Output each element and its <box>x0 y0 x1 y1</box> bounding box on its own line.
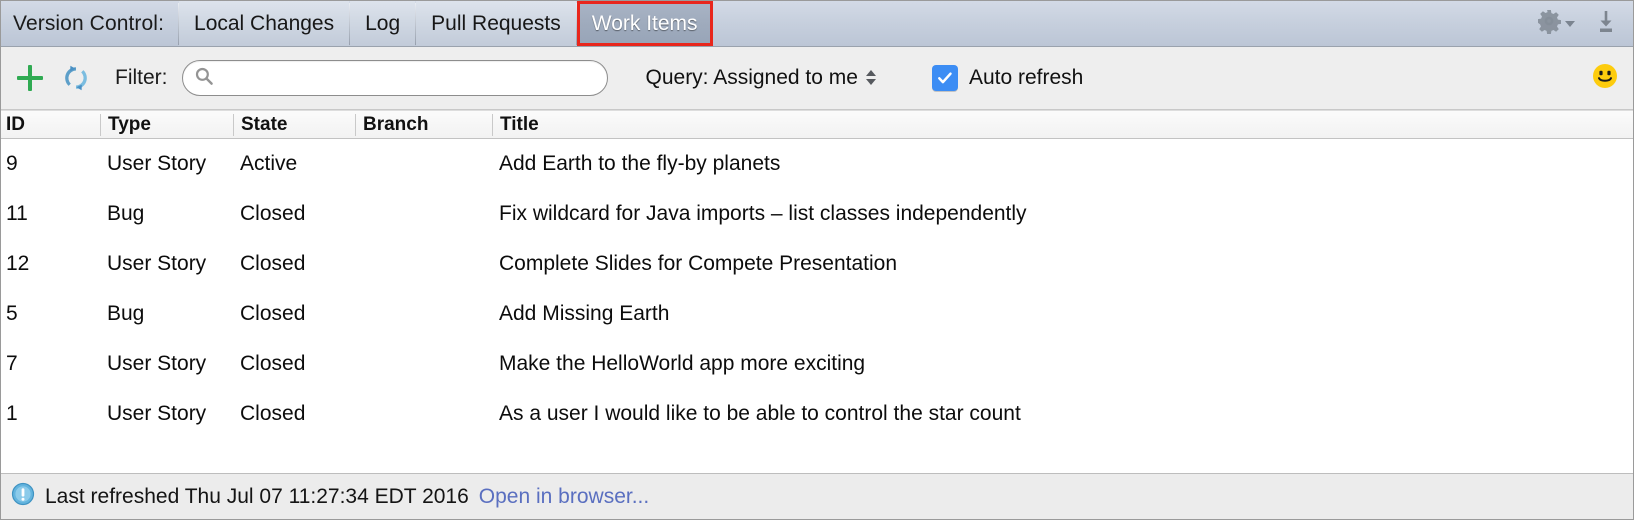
column-header-state[interactable]: State <box>233 113 355 136</box>
tab-work-items[interactable]: Work Items <box>576 1 713 46</box>
cell-state: Closed <box>240 302 306 325</box>
auto-refresh-checkbox[interactable] <box>931 65 958 91</box>
version-control-tabbar: Version Control: Local Changes Log Pull … <box>1 1 1633 47</box>
column-header-branch[interactable]: Branch <box>355 113 492 136</box>
cell-type: User Story <box>107 352 207 375</box>
table-row[interactable]: 11 Bug Closed Fix wildcard for Java impo… <box>1 189 1633 239</box>
cell-type: Bug <box>107 302 145 325</box>
query-selector[interactable]: Query: Assigned to me <box>646 66 876 90</box>
column-header-id[interactable]: ID <box>1 114 100 136</box>
auto-refresh-label: Auto refresh <box>968 66 1084 89</box>
cell-type: User Story <box>107 252 207 275</box>
tabbar-actions <box>1536 1 1633 46</box>
tab-pull-requests[interactable]: Pull Requests <box>416 1 576 46</box>
cell-id: 5 <box>6 302 18 325</box>
work-items-toolbar: Filter: Query: Assigned to me Auto refre… <box>1 47 1633 110</box>
work-items-table: ID Type State Branch Title 9 User Story … <box>1 110 1633 473</box>
column-header-type[interactable]: Type <box>100 113 233 136</box>
cell-title: Make the HelloWorld app more exciting <box>499 352 866 375</box>
filter-search-field[interactable] <box>181 60 608 96</box>
cell-title: Add Earth to the fly-by planets <box>499 152 781 175</box>
settings-button[interactable] <box>1536 8 1575 39</box>
tab-local-changes[interactable]: Local Changes <box>179 1 350 46</box>
cell-state: Closed <box>240 352 306 375</box>
panel-title: Version Control: <box>13 11 165 35</box>
cell-state: Closed <box>240 202 306 225</box>
cell-id: 7 <box>6 352 18 375</box>
tab-log[interactable]: Log <box>350 1 416 46</box>
smiley-face-icon[interactable] <box>1591 62 1619 95</box>
open-in-browser-link[interactable]: Open in browser... <box>479 485 649 509</box>
work-items-panel: Version Control: Local Changes Log Pull … <box>0 0 1634 520</box>
updown-stepper-icon[interactable] <box>865 70 876 85</box>
cell-title: Complete Slides for Compete Presentation <box>499 252 898 275</box>
gear-icon <box>1536 8 1562 39</box>
add-work-item-button[interactable] <box>15 63 45 93</box>
chevron-down-icon <box>1565 20 1575 27</box>
cell-id: 9 <box>6 152 18 175</box>
table-header-row: ID Type State Branch Title <box>1 110 1633 139</box>
query-label: Query: Assigned to me <box>645 66 858 89</box>
cell-title: Add Missing Earth <box>499 302 670 325</box>
table-row[interactable]: 7 User Story Closed Make the HelloWorld … <box>1 339 1633 389</box>
cell-id: 12 <box>6 252 30 275</box>
cell-id: 11 <box>6 202 28 225</box>
table-row[interactable]: 9 User Story Active Add Earth to the fly… <box>1 139 1633 189</box>
cell-type: User Story <box>107 402 207 425</box>
cell-title: Fix wildcard for Java imports – list cla… <box>499 202 1027 225</box>
table-row[interactable]: 5 Bug Closed Add Missing Earth <box>1 289 1633 339</box>
column-header-title[interactable]: Title <box>492 113 1633 136</box>
search-icon <box>194 66 214 91</box>
cell-state: Closed <box>240 402 306 425</box>
refresh-button[interactable] <box>61 63 91 93</box>
cell-state: Closed <box>240 252 306 275</box>
table-row[interactable]: 1 User Story Closed As a user I would li… <box>1 389 1633 439</box>
search-input[interactable] <box>213 64 592 92</box>
table-row[interactable]: 12 User Story Closed Complete Slides for… <box>1 239 1633 289</box>
info-icon <box>11 482 35 511</box>
hide-panel-button[interactable] <box>1593 8 1619 39</box>
auto-refresh-control[interactable]: Auto refresh <box>931 65 1084 91</box>
status-bar: Last refreshed Thu Jul 07 11:27:34 EDT 2… <box>1 473 1633 519</box>
cell-title: As a user I would like to be able to con… <box>499 402 1021 425</box>
cell-type: User Story <box>107 152 207 175</box>
filter-label: Filter: <box>115 66 168 89</box>
cell-id: 1 <box>6 402 18 425</box>
cell-type: Bug <box>107 202 145 225</box>
last-refreshed-text: Last refreshed Thu Jul 07 11:27:34 EDT 2… <box>45 484 469 508</box>
cell-state: Active <box>240 152 298 175</box>
